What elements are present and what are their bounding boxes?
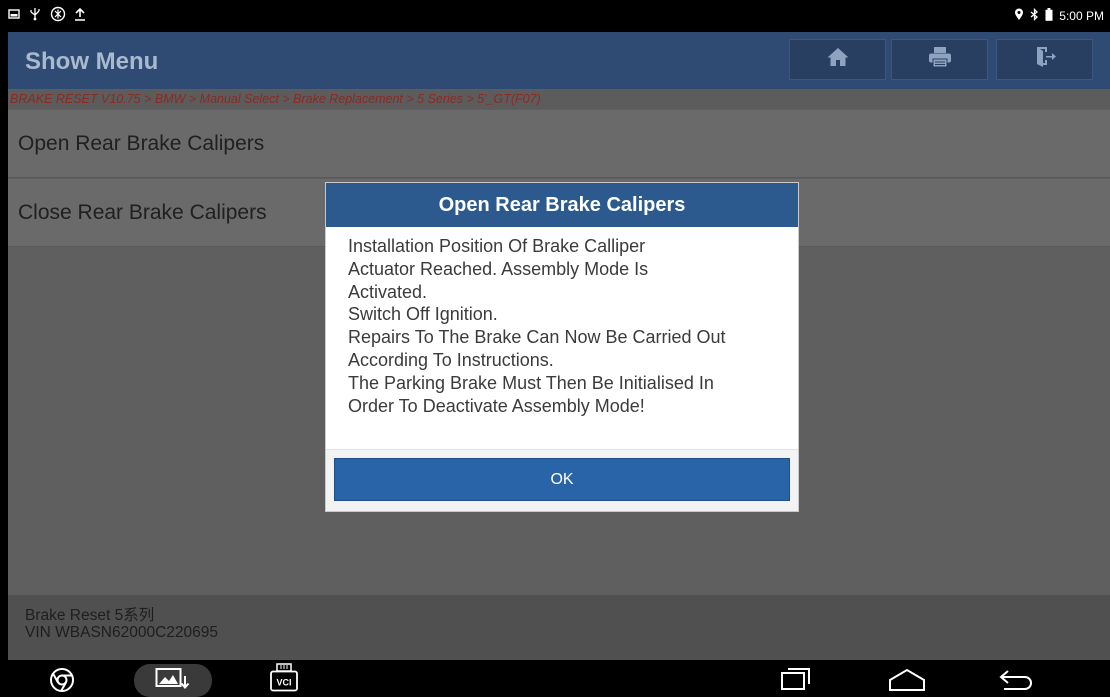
menu-item-label: Open Rear Brake Calipers (18, 131, 265, 155)
status-bar: 5:00 PM (0, 0, 1110, 32)
dialog-message-line: Installation Position Of Brake Calliper (348, 236, 646, 256)
dialog-message-line: The Parking Brake Must Then Be Initialis… (348, 372, 714, 393)
ok-button[interactable]: OK (334, 458, 790, 501)
home-button[interactable] (789, 39, 886, 80)
status-left-icons (8, 6, 86, 22)
vin-text: VIN WBASN62000C220695 (25, 624, 219, 641)
home-icon (826, 46, 850, 73)
home-nav-icon[interactable] (888, 668, 926, 692)
clock-text: 5:00 PM (1059, 9, 1104, 23)
dialog-message: Installation Position Of Brake Calliper … (326, 227, 798, 451)
screenshot-icon (8, 8, 20, 20)
chrome-icon[interactable] (48, 667, 76, 693)
settings-icon (50, 6, 66, 22)
breadcrumb: BRAKE RESET V10.75 > BMW > Manual Select… (8, 89, 1110, 109)
back-icon[interactable] (998, 668, 1034, 692)
recent-apps-icon[interactable] (780, 667, 812, 691)
dialog-message-line: According To Instructions. (348, 349, 554, 370)
vehicle-model-text: Brake Reset 5系列 (25, 607, 155, 624)
exit-icon (1033, 45, 1057, 74)
menu-item-label: Close Rear Brake Calipers (18, 200, 267, 224)
usb-icon (28, 7, 42, 21)
page-title: Show Menu (25, 48, 159, 75)
vci-icon[interactable]: VCI (266, 663, 302, 695)
dialog-footer: OK (326, 449, 798, 511)
status-right-icons: 5:00 PM (1014, 7, 1104, 24)
vehicle-info: Brake Reset 5系列 VIN WBASN62000C220695 (8, 595, 1110, 660)
gallery-icon[interactable] (155, 666, 191, 692)
android-nav-bar: VCI (0, 660, 1110, 697)
vci-label: VCI (276, 678, 291, 688)
dialog-message-line: Order To Deactivate Assembly Mode! (348, 395, 645, 416)
print-button[interactable] (891, 39, 988, 80)
title-bar: Show Menu (8, 32, 1110, 89)
upload-icon (74, 7, 86, 21)
dialog-message-line: Switch Off Ignition. (348, 304, 498, 325)
print-icon (928, 46, 952, 73)
menu-item-open-rear-brake-calipers[interactable]: Open Rear Brake Calipers (8, 110, 1110, 178)
dialog-message-line: Actuator Reached. Assembly Mode Is (348, 258, 649, 279)
dialog-message-line: Activated. (348, 281, 428, 302)
exit-button[interactable] (996, 39, 1093, 80)
dialog-title: Open Rear Brake Calipers (326, 183, 798, 227)
dialog-message-line: Repairs To The Brake Can Now Be Carried … (348, 327, 726, 348)
bluetooth-icon (1030, 7, 1039, 24)
battery-icon (1045, 8, 1053, 24)
location-icon (1014, 8, 1024, 24)
info-dialog: Open Rear Brake Calipers Installation Po… (325, 182, 799, 512)
